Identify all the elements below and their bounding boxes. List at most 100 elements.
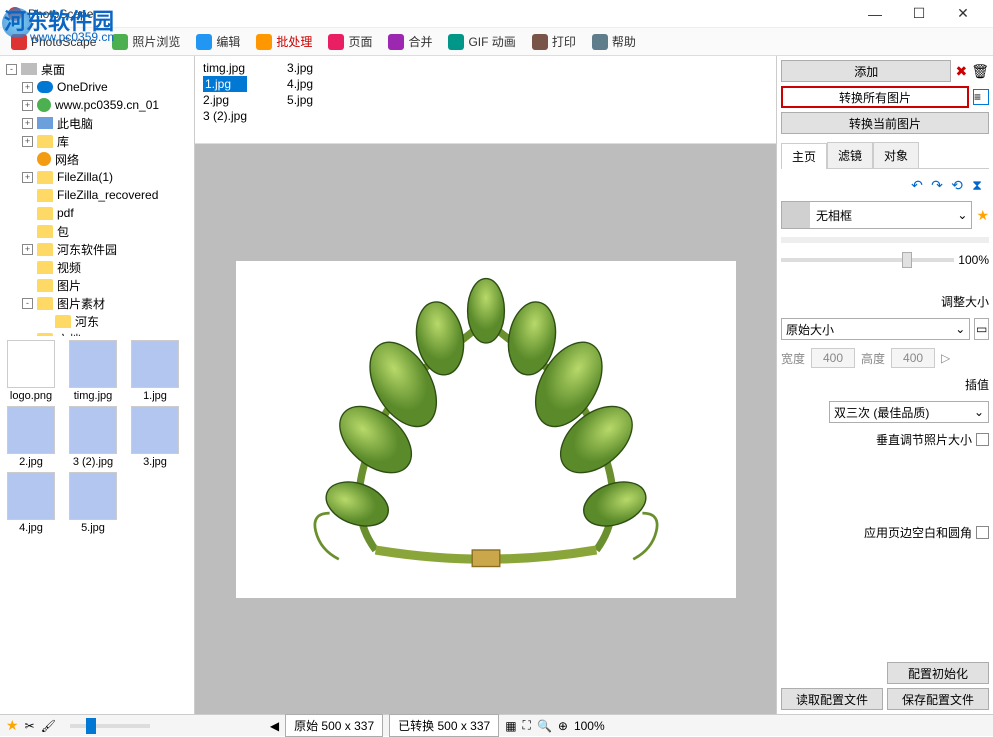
center-panel: timg.jpg1.jpg2.jpg3 (2).jpg 3.jpg4.jpg5.… (195, 56, 777, 714)
undo-icon[interactable]: ↶ (909, 177, 925, 193)
file-list[interactable]: timg.jpg1.jpg2.jpg3 (2).jpg 3.jpg4.jpg5.… (195, 56, 776, 144)
tree-item[interactable]: +河东软件园 (4, 240, 190, 258)
file-item[interactable]: 3 (2).jpg (203, 108, 247, 124)
tree-label: 图片 (57, 277, 81, 294)
favorite-icon[interactable]: ★ (6, 717, 19, 734)
thumbnail-item[interactable]: 2.jpg (4, 406, 58, 468)
refresh-icon[interactable]: ⟲ (949, 177, 965, 193)
status-converted: 已转换 500 x 337 (389, 714, 499, 737)
add-button[interactable]: 添加 (781, 60, 951, 82)
tree-item[interactable]: 网络 (4, 150, 190, 168)
tree-expander[interactable]: + (22, 100, 33, 111)
save-config-button[interactable]: 保存配置文件 (887, 688, 989, 710)
delete-icon[interactable]: ✖ (955, 63, 967, 80)
tab-filter[interactable]: 滤镜 (827, 142, 873, 168)
tree-label: 包 (57, 223, 69, 240)
tree-item[interactable]: +此电脑 (4, 114, 190, 132)
star-icon[interactable]: ★ (976, 207, 989, 224)
config-init-button[interactable]: 配置初始化 (887, 662, 989, 684)
tab-object[interactable]: 对象 (873, 142, 919, 168)
tree-item[interactable]: 视频 (4, 258, 190, 276)
trash-icon[interactable]: 🗑 (971, 63, 989, 80)
thumbnail-grid[interactable]: logo.pngtimg.jpg1.jpg 2.jpg3 (2).jpg 3.jpg… (0, 336, 194, 714)
file-item[interactable]: timg.jpg (203, 60, 247, 76)
tree-item[interactable]: FileZilla_recovered (4, 186, 190, 204)
play-icon[interactable]: ▷ (941, 351, 950, 365)
redo-icon[interactable]: ↷ (929, 177, 945, 193)
tree-expander[interactable]: + (22, 82, 33, 93)
thumbnail-name: 3.jpg (143, 456, 167, 468)
brush-icon[interactable]: 🖌 (41, 719, 56, 733)
file-item[interactable]: 4.jpg (287, 76, 313, 92)
zoom-fit-icon[interactable]: 🔍 (537, 719, 552, 733)
tree-item[interactable]: +FileZilla(1) (4, 168, 190, 186)
interpolation-select[interactable]: 双三次 (最佳品质)⌄ (829, 401, 989, 423)
folder-tree[interactable]: -桌面+OneDrive+www.pc0359.cn_01+此电脑+库网络+Fi… (0, 56, 194, 336)
apply-margin-label: 应用页边空白和圆角 (864, 524, 972, 541)
tree-item[interactable]: -图片素材 (4, 294, 190, 312)
tree-item[interactable]: 河东 (4, 312, 190, 330)
tree-expander[interactable]: + (22, 244, 33, 255)
tree-expander[interactable]: - (22, 298, 33, 309)
folder-icon (37, 225, 53, 238)
toolbar-batch[interactable]: 批处理 (249, 30, 319, 54)
prev-icon[interactable]: ◀ (270, 719, 279, 733)
tree-item[interactable]: +库 (4, 132, 190, 150)
toolbar-label: 页面 (348, 33, 372, 50)
toolbar-help[interactable]: 帮助 (585, 30, 643, 54)
height-field[interactable]: 400 (891, 348, 935, 368)
thumbnail-item[interactable]: 4.jpg (4, 472, 58, 534)
minimize-button[interactable]: — (853, 0, 897, 28)
tree-item[interactable]: +OneDrive (4, 78, 190, 96)
file-item[interactable]: 2.jpg (203, 92, 247, 108)
toolbar-gif[interactable]: GIF 动画 (441, 30, 522, 54)
size-select[interactable]: 原始大小⌄ (781, 318, 970, 340)
apply-margin-checkbox[interactable] (976, 526, 989, 539)
width-field[interactable]: 400 (811, 348, 855, 368)
hourglass-icon[interactable]: ⧗ (969, 177, 985, 193)
tree-expander[interactable]: + (22, 136, 33, 147)
maximize-button[interactable]: ☐ (897, 0, 941, 28)
tree-item[interactable]: +www.pc0359.cn_01 (4, 96, 190, 114)
adjust-vertical-checkbox[interactable] (976, 433, 989, 446)
tree-item[interactable]: 包 (4, 222, 190, 240)
convert-current-button[interactable]: 转换当前图片 (781, 112, 989, 134)
file-item[interactable]: 5.jpg (287, 92, 313, 108)
frame-select[interactable]: 无相框 ⌄ (781, 201, 972, 229)
thumb-size-slider[interactable] (70, 724, 150, 728)
thumbnail-name: 4.jpg (19, 522, 43, 534)
zoom-slider[interactable] (781, 258, 954, 262)
close-button[interactable]: ✕ (941, 0, 985, 28)
toolbar-combine[interactable]: 合并 (381, 30, 439, 54)
tree-item[interactable]: -桌面 (4, 60, 190, 78)
file-item[interactable]: 3.jpg (287, 60, 313, 76)
thumbnail-image (69, 340, 117, 388)
zoom-actual-icon[interactable]: ⊕ (558, 719, 568, 733)
preview-canvas[interactable] (195, 144, 776, 714)
load-config-button[interactable]: 读取配置文件 (781, 688, 883, 710)
toolbar-gallery[interactable]: 照片浏览 (105, 30, 187, 54)
thumbnail-item[interactable]: timg.jpg (66, 340, 120, 402)
toolbar-edit[interactable]: 编辑 (189, 30, 247, 54)
file-item[interactable]: 1.jpg (203, 76, 247, 92)
crop-icon[interactable]: ✂ (25, 719, 35, 733)
thumbnail-item[interactable]: logo.png (4, 340, 58, 402)
lock-icon[interactable]: ▭ (974, 318, 989, 340)
toolbar-page[interactable]: 页面 (321, 30, 379, 54)
tree-label: 视频 (57, 259, 81, 276)
thumbnail-item[interactable]: 3.jpg (128, 406, 182, 468)
fullscreen-icon[interactable]: ⛶ (523, 718, 531, 733)
tree-expander[interactable]: - (6, 64, 17, 75)
tree-item[interactable]: 图片 (4, 276, 190, 294)
tree-expander[interactable]: + (22, 118, 33, 129)
tree-item[interactable]: pdf (4, 204, 190, 222)
thumbnail-item[interactable]: 5.jpg (66, 472, 120, 534)
tab-home[interactable]: 主页 (781, 143, 827, 169)
grid-icon[interactable]: ▦ (505, 719, 516, 733)
thumbnail-item[interactable]: 1.jpg (128, 340, 182, 402)
toolbar-print[interactable]: 打印 (525, 30, 583, 54)
convert-all-button[interactable]: 转换所有图片 (781, 86, 969, 108)
thumbnail-item[interactable]: 3 (2).jpg (66, 406, 120, 468)
list-icon[interactable]: ≡ (973, 89, 989, 105)
tree-expander[interactable]: + (22, 172, 33, 183)
